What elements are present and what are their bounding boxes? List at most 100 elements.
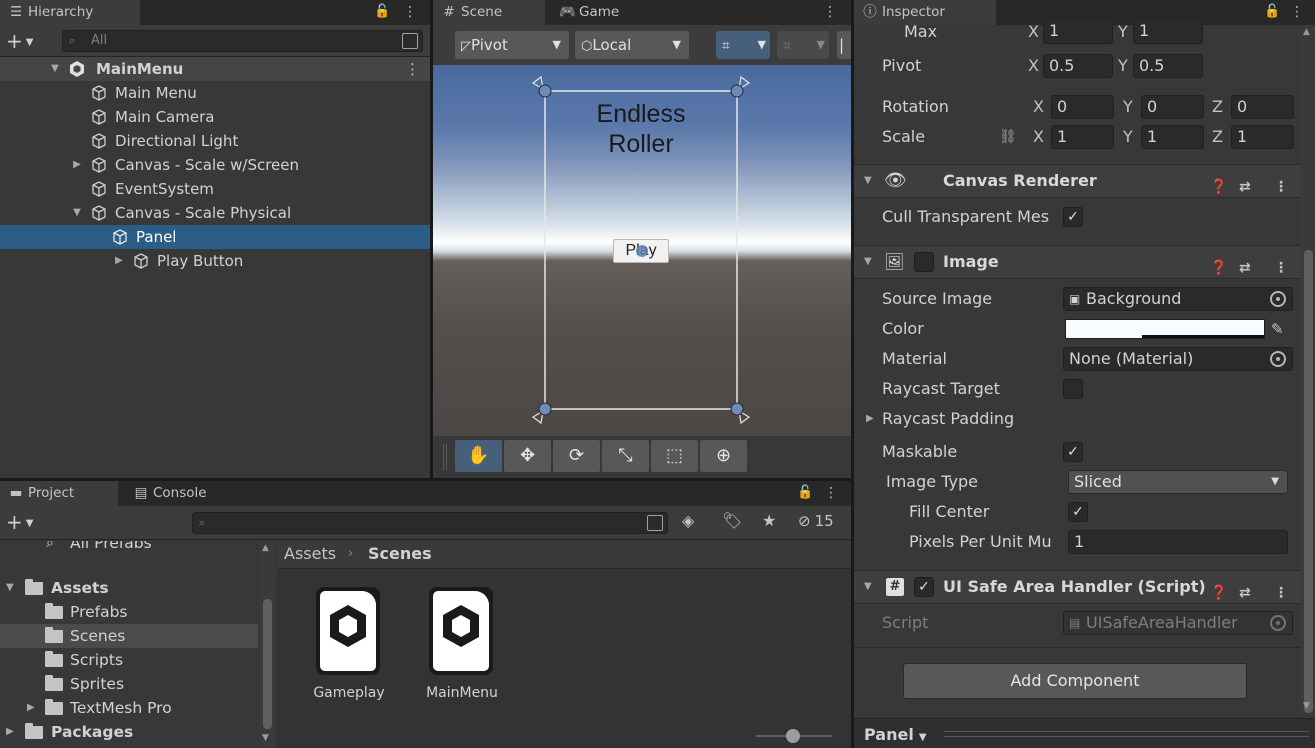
cull-transparent-checkbox[interactable]: ✓ [1063,207,1083,227]
expand-arrow-icon[interactable]: ▶ [112,249,126,273]
component-menu-icon[interactable]: ⋮ [1274,577,1288,609]
project-search-input[interactable]: ⌕ [192,512,668,534]
increment-snap-toggle[interactable]: ⌗ ▼ [777,31,829,59]
collapse-arrow-icon[interactable]: ▼ [864,571,872,603]
tree-item-play-button[interactable]: ▶ Play Button [0,249,430,273]
folder-textmesh-pro[interactable]: ▶ TextMesh Pro [0,696,258,720]
tab-project[interactable]: ▬ Project [0,481,118,506]
color-swatch[interactable] [1065,319,1265,339]
scroll-down-icon[interactable]: ▼ [1303,701,1310,711]
tree-item-main-menu[interactable]: Main Menu [0,81,430,105]
transform-tool-button[interactable]: ⊕ [700,440,747,472]
maskable-checkbox[interactable]: ✓ [1063,442,1083,462]
collapse-arrow-icon[interactable]: ▼ [70,201,84,225]
object-picker-icon[interactable] [1270,351,1286,367]
asset-gameplay-scene[interactable]: Gameplay [304,587,394,707]
scale-z-field[interactable]: 1 [1231,125,1294,149]
rect-tool-button[interactable]: ⬚ [651,440,698,472]
component-menu-icon[interactable]: ⋮ [1274,252,1288,284]
search-mode-icon[interactable] [647,515,663,531]
tree-item-eventsystem[interactable]: EventSystem [0,177,430,201]
root-more-options-icon[interactable]: ⋮ [405,57,420,81]
lock-icon[interactable]: 🔓 [374,3,390,21]
help-icon[interactable]: ❓ [1210,252,1227,284]
scale-y-field[interactable]: 1 [1141,125,1204,149]
collapse-arrow-icon[interactable]: ▼ [864,165,872,197]
eyedropper-icon[interactable]: ✎ [1271,315,1284,343]
presets-icon[interactable]: ⇄ [1239,171,1251,203]
pixels-per-unit-field[interactable]: 1 [1068,530,1288,554]
expand-arrow-icon[interactable]: ▶ [27,696,35,720]
folder-prefabs[interactable]: Prefabs [0,600,258,624]
preview-drag-handle[interactable] [944,731,1309,737]
image-component-header[interactable]: ▼ 🖼 Image ❓ ⇄ ⋮ [854,245,1315,279]
raycast-target-checkbox[interactable] [1063,379,1083,399]
inspector-scrollbar[interactable]: ▲ ▼ [1301,25,1315,715]
canvas-renderer-header[interactable]: ▼ 👁 Canvas Renderer ❓ ⇄ ⋮ [854,164,1315,198]
expand-arrow-icon[interactable]: ▶ [70,153,84,177]
tree-item-canvas-scale-screen[interactable]: ▶ Canvas - Scale w/Screen [0,153,430,177]
asset-mainmenu-scene[interactable]: MainMenu [417,587,507,707]
pivot-dropdown[interactable]: ◸Pivot ▼ [455,31,569,59]
fill-center-checkbox[interactable]: ✓ [1068,502,1088,522]
scroll-thumb[interactable] [1304,250,1313,713]
collapse-arrow-icon[interactable]: ▼ [6,576,14,600]
folder-sprites[interactable]: Sprites [0,672,258,696]
pivot-x-field[interactable]: 0.5 [1043,54,1113,78]
add-component-button[interactable]: Add Component [903,663,1247,699]
ui-play-button[interactable]: Play [613,239,669,263]
help-icon[interactable]: ❓ [1210,171,1227,203]
folder-assets[interactable]: ▼ Assets [0,576,258,600]
collapse-arrow-icon[interactable]: ▼ [48,57,62,81]
icon-size-slider[interactable] [756,729,832,743]
image-enabled-checkbox[interactable] [914,252,934,272]
material-field[interactable]: None (Material) [1063,347,1293,371]
expand-arrow-icon[interactable]: ▶ [866,405,874,433]
hierarchy-search-input[interactable]: ⌕ All [62,30,423,52]
help-icon[interactable]: ❓ [1210,577,1227,609]
hand-tool-button[interactable]: ✋ [455,440,502,472]
filter-by-label-icon[interactable]: 🏷 [722,511,742,530]
scene-picker-icon[interactable] [402,33,418,49]
pivot-y-field[interactable]: 0.5 [1133,54,1203,78]
move-tool-button[interactable]: ✥ [504,440,551,472]
tab-console[interactable]: ▤ Console [125,481,235,506]
source-image-field[interactable]: ▣ Background [1063,287,1293,311]
tab-scene[interactable]: # Scene [433,0,545,25]
tree-item-main-camera[interactable]: Main Camera [0,105,430,129]
expand-arrow-icon[interactable]: ▶ [6,720,14,744]
more-options-icon[interactable]: ⋮ [1290,3,1304,21]
lock-icon[interactable]: 🔓 [1264,3,1280,21]
scroll-up-icon[interactable]: ▲ [1303,27,1310,37]
scroll-down-icon[interactable]: ▼ [262,733,269,743]
tab-hierarchy[interactable]: ☰ Hierarchy [0,0,140,25]
folder-scenes[interactable]: Scenes [0,624,258,648]
tree-item-canvas-scale-physical[interactable]: ▼ Canvas - Scale Physical [0,201,430,225]
hidden-packages-toggle[interactable]: ⊘ 15 [798,512,834,530]
anchor-max-y-field[interactable]: 1 [1133,20,1203,44]
rotation-y-field[interactable]: 0 [1141,95,1204,119]
object-picker-icon[interactable] [1270,291,1286,307]
collapse-arrow-icon[interactable]: ▼ [864,246,872,278]
safe-area-enabled-checkbox[interactable]: ✓ [914,577,934,597]
rotation-x-field[interactable]: 0 [1051,95,1114,119]
slider-thumb[interactable] [786,729,800,743]
overflow-toolbar-button[interactable]: | [837,31,851,59]
tab-game[interactable]: 🎮 Game [551,0,641,25]
favorites-star-icon[interactable]: ★ [762,511,776,530]
add-button[interactable]: + ▼ [6,29,48,53]
presets-icon[interactable]: ⇄ [1239,252,1251,284]
preview-bar[interactable]: Panel ▼ [854,718,1315,748]
filter-by-type-icon[interactable]: ◈ [682,511,694,530]
lock-icon[interactable]: 🔓 [797,484,813,502]
image-type-dropdown[interactable]: Sliced ▼ [1068,470,1288,494]
scale-tool-button[interactable]: ⤡ [602,440,649,472]
breadcrumb-assets[interactable]: Assets [284,541,336,567]
more-options-icon[interactable]: ⋮ [403,3,417,21]
tree-item-directional-light[interactable]: Directional Light [0,129,430,153]
presets-icon[interactable]: ⇄ [1239,577,1251,609]
scene-root-row[interactable]: ▼ MainMenu ⋮ [0,57,430,81]
more-options-icon[interactable]: ⋮ [823,3,837,21]
anchor-max-x-field[interactable]: 1 [1043,20,1113,44]
more-options-icon[interactable]: ⋮ [824,484,838,502]
